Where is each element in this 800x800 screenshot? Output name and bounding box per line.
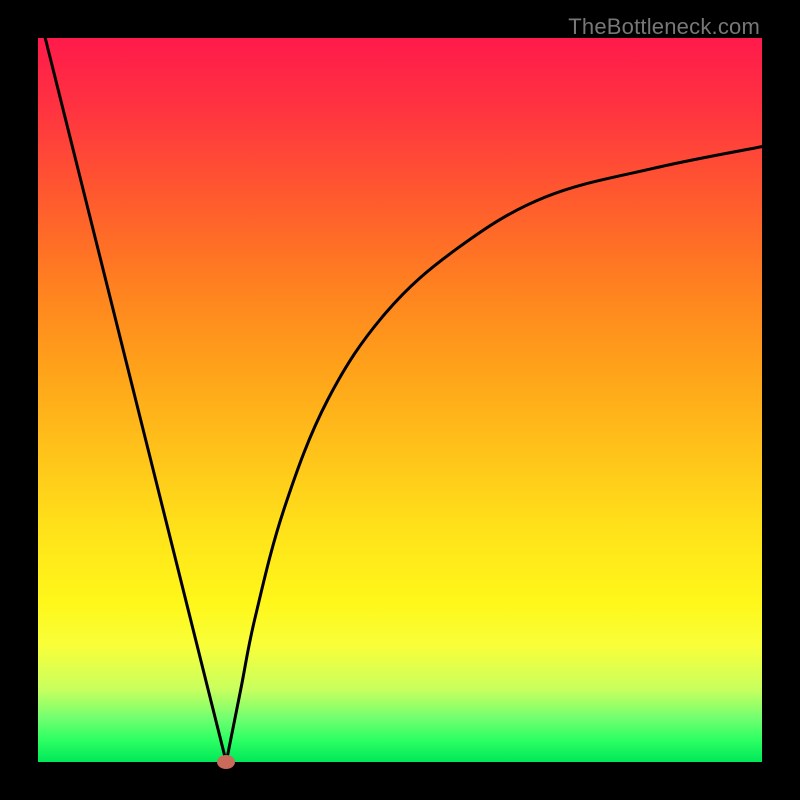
curve-left-branch: [45, 38, 226, 762]
chart-plot-area: [38, 38, 762, 762]
attribution-watermark: TheBottleneck.com: [568, 14, 760, 40]
chart-frame: TheBottleneck.com: [0, 0, 800, 800]
minimum-marker: [217, 755, 235, 769]
curve-right-branch: [226, 147, 762, 762]
chart-curve-layer: [38, 38, 762, 762]
